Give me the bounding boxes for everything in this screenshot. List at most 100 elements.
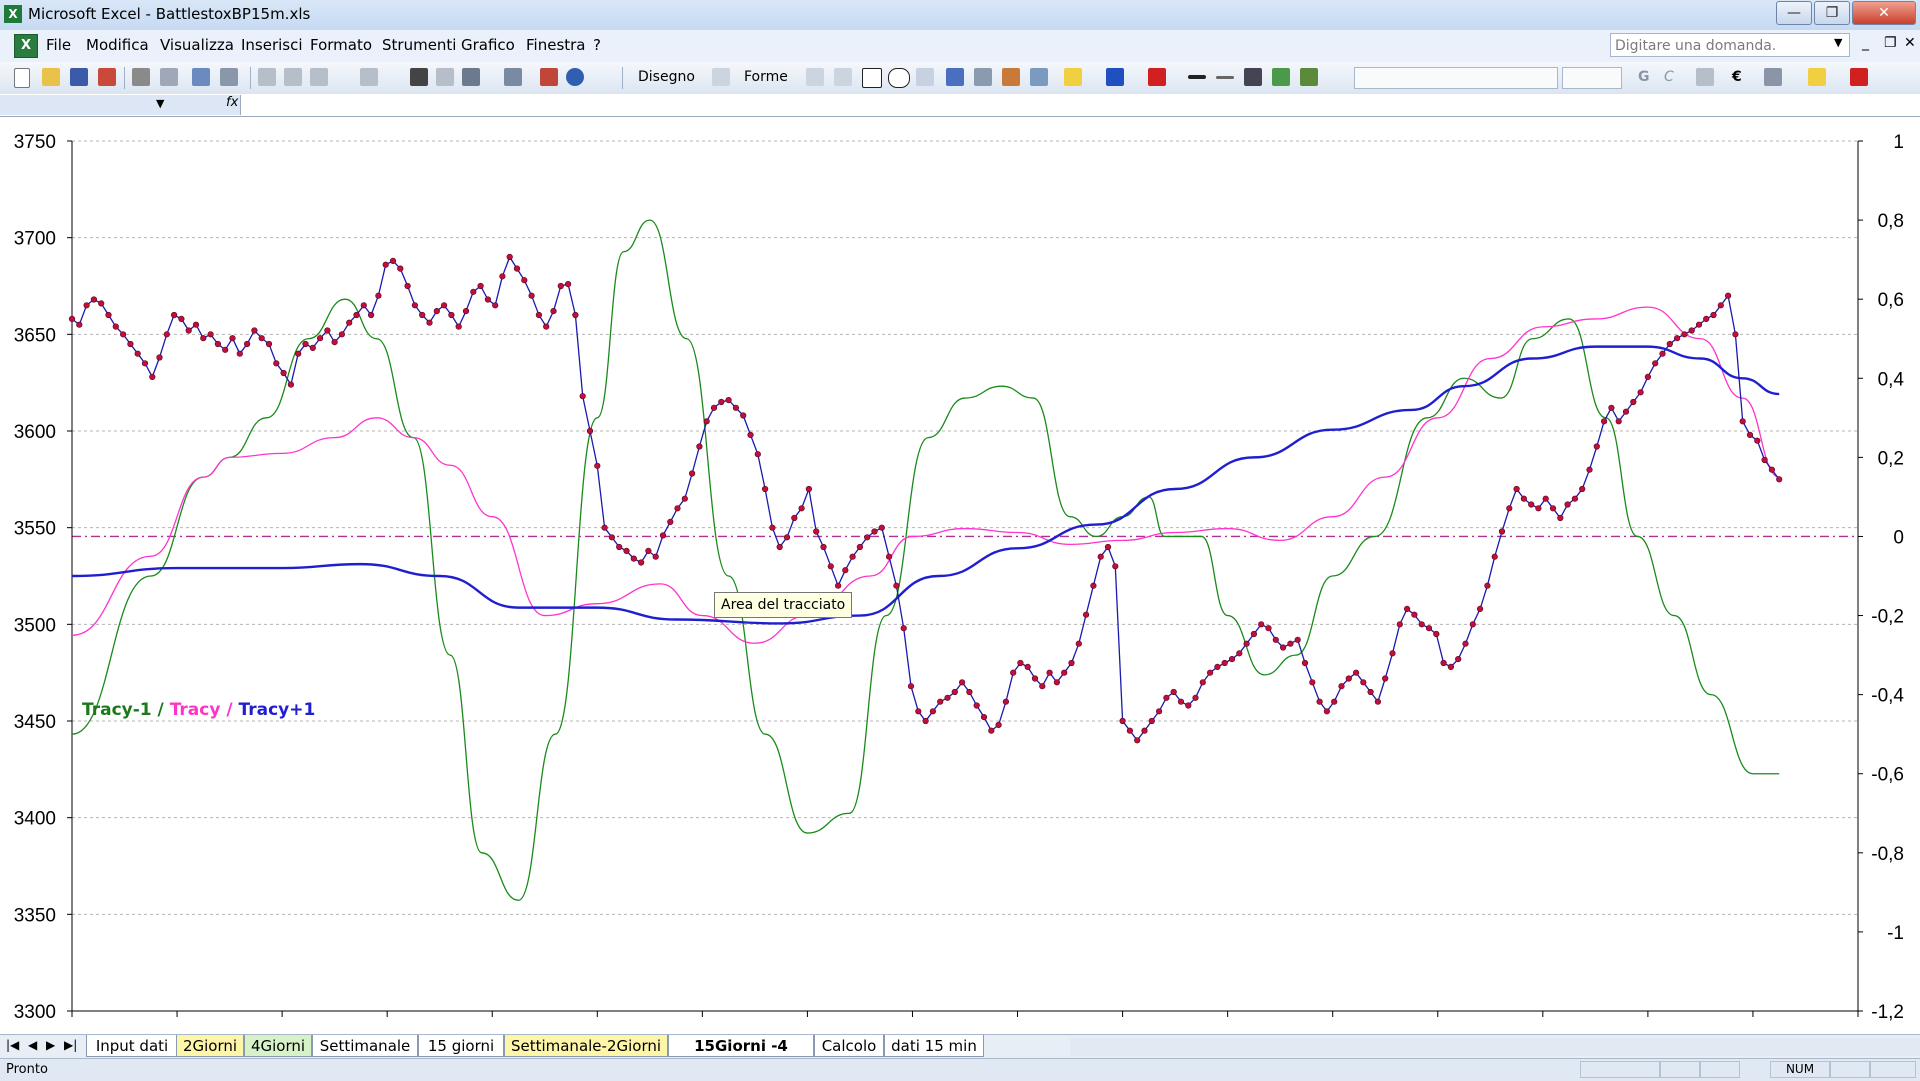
borders-icon[interactable] xyxy=(1764,68,1782,86)
chart-icon[interactable] xyxy=(436,68,454,86)
name-box-dropdown-icon[interactable]: ▼ xyxy=(156,97,164,110)
menu-finestra[interactable]: Finestra xyxy=(526,36,586,54)
undo-icon[interactable] xyxy=(360,68,378,86)
rectangle-icon[interactable] xyxy=(862,68,882,88)
price-marker xyxy=(411,302,419,309)
tab-15-giorni[interactable]: 15 giorni xyxy=(418,1035,504,1057)
price-marker xyxy=(1644,373,1651,381)
price-marker xyxy=(1703,315,1710,322)
italic-button[interactable]: C xyxy=(1664,69,1674,85)
menu-visualizza[interactable]: Visualizza xyxy=(160,36,234,54)
maximize-button[interactable]: ❐ xyxy=(1814,1,1850,25)
menu-strumenti[interactable]: Strumenti xyxy=(382,36,456,54)
line-color-icon[interactable] xyxy=(1106,68,1124,86)
last-sheet-button[interactable]: ▶| xyxy=(64,1038,77,1052)
ask-question-input[interactable]: Digitare una domanda. xyxy=(1610,33,1850,57)
new-file-icon[interactable] xyxy=(14,68,30,88)
fx-icon[interactable]: fx xyxy=(226,95,238,110)
price-marker xyxy=(1338,683,1345,690)
copy-icon[interactable] xyxy=(284,68,302,86)
name-box[interactable]: ▼ fx xyxy=(0,95,241,115)
price-marker xyxy=(1272,636,1279,643)
tab-15giorni-4giorni[interactable]: 15Giorni -4 giorni xyxy=(668,1035,814,1077)
y-left-tick-label: 3350 xyxy=(14,905,56,926)
font-size-combo[interactable] xyxy=(1562,67,1622,89)
menu-modifica[interactable]: Modifica xyxy=(86,36,149,54)
help-icon[interactable] xyxy=(566,68,584,86)
close-button[interactable]: ✕ xyxy=(1852,1,1916,25)
paste-icon[interactable] xyxy=(310,68,328,86)
price-marker xyxy=(601,524,608,531)
arrow-icon[interactable] xyxy=(834,68,852,86)
chart-area[interactable]: 3750 3700 3650 3600 3550 3500 3450 3400 3350 3300… xyxy=(0,116,1920,1034)
dash-style-icon[interactable] xyxy=(1216,76,1234,79)
save-icon[interactable] xyxy=(70,68,88,86)
tab-2giorni[interactable]: 2Giorni xyxy=(176,1035,244,1057)
tab-settimanale[interactable]: Settimanale xyxy=(312,1035,418,1057)
price-marker xyxy=(397,265,404,272)
workbook-icon[interactable]: X xyxy=(14,34,38,58)
price-marker xyxy=(1418,621,1425,628)
tab-calcolo[interactable]: Calcolo xyxy=(814,1035,884,1057)
autosum-icon[interactable] xyxy=(462,68,480,86)
currency-button[interactable]: € xyxy=(1732,69,1742,85)
price-marker xyxy=(1710,311,1717,319)
excel-app-icon[interactable]: X xyxy=(4,5,22,23)
tab-4giorni[interactable]: 4Giorni xyxy=(244,1035,312,1057)
tab-settimanale-2giorni[interactable]: Settimanale-2Giorni xyxy=(504,1035,668,1057)
arrow-style-icon[interactable] xyxy=(1244,68,1262,86)
fill-color-icon[interactable] xyxy=(1064,68,1082,86)
spelling-icon[interactable] xyxy=(192,68,210,86)
mdi-restore-button[interactable]: ❐ xyxy=(1884,35,1897,51)
horizontal-scrollbar[interactable] xyxy=(1070,1038,1920,1056)
hyperlink-icon[interactable] xyxy=(410,68,428,86)
font-color-icon[interactable] xyxy=(1850,68,1868,86)
select-pointer-icon[interactable] xyxy=(712,68,730,86)
price-marker xyxy=(251,327,258,334)
open-folder-icon[interactable] xyxy=(42,68,60,86)
menu-file[interactable]: File xyxy=(46,36,71,54)
wordart-icon[interactable] xyxy=(946,68,964,86)
shapes-menu-button[interactable]: Forme xyxy=(744,69,788,85)
font-name-combo[interactable] xyxy=(1354,67,1558,89)
permission-icon[interactable] xyxy=(98,68,116,86)
price-marker xyxy=(1214,663,1221,671)
minimize-button[interactable]: — xyxy=(1776,1,1812,25)
draw-menu-button[interactable]: Disegno xyxy=(638,69,695,85)
align-icon[interactable] xyxy=(1696,68,1714,86)
3d-icon[interactable] xyxy=(1300,68,1318,86)
clipart-icon[interactable] xyxy=(1002,68,1020,86)
menu-help[interactable]: ? xyxy=(593,36,601,54)
mdi-minimize-button[interactable]: _ xyxy=(1862,35,1869,51)
font-color-icon[interactable] xyxy=(1148,68,1166,86)
mdi-close-button[interactable]: ✕ xyxy=(1904,35,1916,51)
menu-formato[interactable]: Formato xyxy=(310,36,372,54)
print-icon[interactable] xyxy=(132,68,150,86)
line-style-icon[interactable] xyxy=(1188,75,1206,79)
oval-icon[interactable] xyxy=(888,68,910,88)
fill-color-icon[interactable] xyxy=(1808,68,1826,86)
first-sheet-button[interactable]: |◀ xyxy=(6,1038,19,1052)
picture-icon[interactable] xyxy=(1030,68,1048,86)
next-sheet-button[interactable]: ▶ xyxy=(46,1038,55,1052)
price-marker xyxy=(1425,625,1433,632)
shadow-icon[interactable] xyxy=(1272,68,1290,86)
line-icon[interactable] xyxy=(806,68,824,86)
diagram-icon[interactable] xyxy=(974,68,992,86)
menu-grafico[interactable]: Grafico xyxy=(461,36,515,54)
prev-sheet-button[interactable]: ◀ xyxy=(28,1038,37,1052)
print-preview-icon[interactable] xyxy=(160,68,178,86)
price-marker xyxy=(864,534,871,541)
price-marker xyxy=(564,281,572,288)
bold-button[interactable]: G xyxy=(1638,69,1650,85)
cut-icon[interactable] xyxy=(258,68,276,86)
ask-dropdown-icon[interactable]: ▼ xyxy=(1834,36,1842,49)
textbox-icon[interactable] xyxy=(916,68,934,86)
chart-wizard-icon[interactable] xyxy=(540,68,558,86)
tab-dati-15-min[interactable]: dati 15 min xyxy=(884,1035,984,1057)
status-bar: Pronto NUM xyxy=(0,1058,1920,1081)
sort-icon[interactable] xyxy=(504,68,522,86)
tab-input-dati[interactable]: Input dati xyxy=(86,1035,178,1057)
research-icon[interactable] xyxy=(220,68,238,86)
menu-inserisci[interactable]: Inserisci xyxy=(241,36,303,54)
